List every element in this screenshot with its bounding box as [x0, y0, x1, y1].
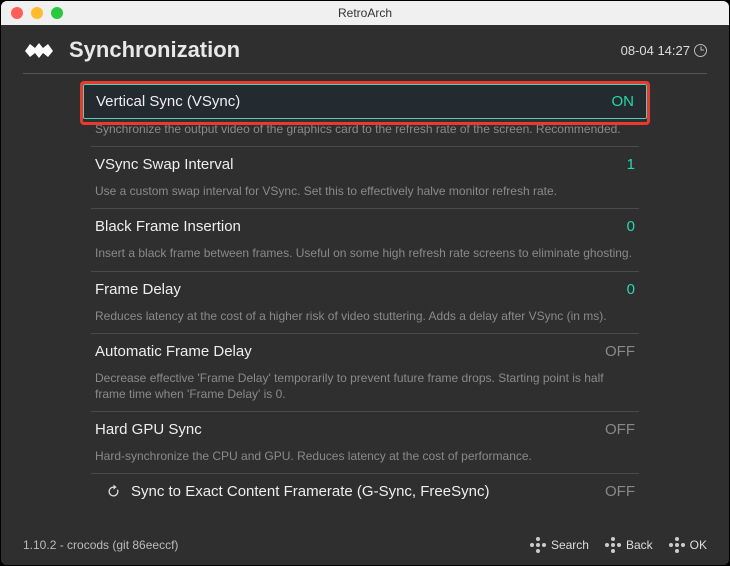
- setting-value: OFF: [605, 343, 635, 360]
- setting-label: Sync to Exact Content Framerate (G-Sync,…: [131, 483, 605, 500]
- setting-description: Hard-synchronize the CPU and GPU. Reduce…: [91, 446, 639, 473]
- setting-description: Use a custom swap interval for VSync. Se…: [91, 181, 639, 208]
- setting-label: VSync Swap Interval: [95, 156, 627, 173]
- setting-label: Hard GPU Sync: [95, 421, 605, 438]
- setting-row-button[interactable]: Frame Delay0: [91, 272, 639, 306]
- setting-row-button[interactable]: Sync to Exact Content Framerate (G-Sync,…: [91, 474, 639, 508]
- setting-description: Reduces latency at the cost of a higher …: [91, 306, 639, 333]
- setting-label: Automatic Frame Delay: [95, 343, 605, 360]
- setting-description: Decrease effective 'Frame Delay' tempora…: [91, 368, 639, 411]
- settings-list: Vertical Sync (VSync)ONSynchronize the o…: [1, 74, 729, 527]
- footer-button-search[interactable]: Search: [530, 537, 589, 553]
- version-text: 1.10.2 - crocods (git 86eeccf): [23, 538, 178, 552]
- setting-row-button[interactable]: Vertical Sync (VSync)ON: [83, 84, 647, 119]
- footer-button-label: Back: [626, 538, 653, 552]
- retroarch-logo-icon: [23, 40, 55, 60]
- setting-value: ON: [612, 93, 635, 110]
- setting-description: Insert a black frame between frames. Use…: [91, 243, 639, 270]
- footer-button-label: OK: [690, 538, 707, 552]
- page-title: Synchronization: [69, 37, 621, 63]
- footer-button-label: Search: [551, 538, 589, 552]
- clock: 08-04 14:27: [621, 43, 707, 58]
- setting-row[interactable]: Automatic Frame DelayOFFDecrease effecti…: [91, 334, 639, 412]
- setting-value: OFF: [605, 421, 635, 438]
- gamepad-icon: [605, 537, 621, 553]
- setting-row-button[interactable]: VSync Swap Interval1: [91, 147, 639, 181]
- refresh-icon: [105, 484, 121, 500]
- setting-row-button[interactable]: Hard GPU SyncOFF: [91, 412, 639, 446]
- window-title: RetroArch: [1, 6, 729, 20]
- setting-value: 0: [627, 281, 635, 298]
- setting-row[interactable]: Vertical Sync (VSync)ON Synchronize the o…: [91, 84, 639, 147]
- setting-row-button[interactable]: Automatic Frame DelayOFF: [91, 334, 639, 368]
- window-zoom-button[interactable]: [51, 7, 63, 19]
- clock-text: 08-04 14:27: [621, 43, 690, 58]
- footer-button-back[interactable]: Back: [605, 537, 653, 553]
- setting-description: Synchronize the output video of the grap…: [91, 119, 639, 146]
- setting-label: Black Frame Insertion: [95, 218, 627, 235]
- setting-row-button[interactable]: Black Frame Insertion0: [91, 209, 639, 243]
- clock-icon: [694, 44, 707, 57]
- setting-row[interactable]: Sync to Exact Content Framerate (G-Sync,…: [91, 474, 639, 508]
- setting-row[interactable]: Hard GPU SyncOFFHard-synchronize the CPU…: [91, 412, 639, 474]
- mac-titlebar: RetroArch: [1, 1, 729, 25]
- window-minimize-button[interactable]: [31, 7, 43, 19]
- gamepad-icon: [669, 537, 685, 553]
- window-close-button[interactable]: [11, 7, 23, 19]
- setting-value: OFF: [605, 483, 635, 500]
- setting-value: 1: [627, 156, 635, 173]
- setting-label: Frame Delay: [95, 281, 627, 298]
- footer-button-ok[interactable]: OK: [669, 537, 707, 553]
- setting-row[interactable]: Frame Delay0Reduces latency at the cost …: [91, 272, 639, 334]
- setting-value: 0: [627, 218, 635, 235]
- gamepad-icon: [530, 537, 546, 553]
- setting-row[interactable]: Black Frame Insertion0Insert a black fra…: [91, 209, 639, 271]
- setting-row[interactable]: VSync Swap Interval1Use a custom swap in…: [91, 147, 639, 209]
- setting-label: Vertical Sync (VSync): [96, 93, 612, 110]
